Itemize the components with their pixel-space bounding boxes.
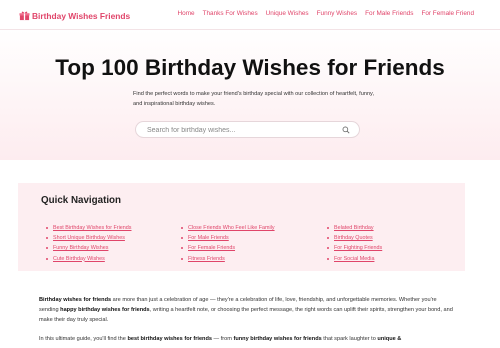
nav-thanks-for-wishes[interactable]: Thanks For Wishes: [203, 10, 258, 17]
hero-section: Top 100 Birthday Wishes for Friends Find…: [0, 30, 500, 160]
article-body: Birthday wishes for friends are more tha…: [39, 295, 453, 348]
nav-home[interactable]: Home: [178, 10, 195, 17]
bold-phrase: funny birthday wishes for friends: [233, 336, 322, 342]
page-title: Top 100 Birthday Wishes for Friends: [55, 55, 445, 80]
list-item: For Female Friends: [181, 243, 275, 253]
bold-phrase: best birthday wishes for friends: [127, 336, 212, 342]
quick-nav-link[interactable]: For Male Friends: [188, 235, 229, 241]
list-item: Fitness Friends: [181, 254, 275, 264]
list-item: For Social Media: [327, 254, 382, 264]
paragraph-text: — from: [212, 336, 234, 342]
quick-nav-link[interactable]: Birthday Quotes: [334, 235, 373, 241]
quick-nav-link[interactable]: Funny Birthday Wishes: [53, 245, 108, 251]
quick-nav-link[interactable]: Close Friends Who Feel Like Family: [188, 225, 275, 231]
site-name: Birthday Wishes Friends: [32, 10, 131, 21]
list-item: Short Unique Birthday Wishes: [46, 233, 132, 243]
quick-nav-column-1: Best Birthday Wishes for Friends Short U…: [46, 223, 132, 264]
list-item: Belated Birthday: [327, 223, 382, 233]
quick-nav-link[interactable]: For Female Friends: [188, 245, 235, 251]
paragraph-text: that spark laughter to: [321, 336, 378, 342]
quick-nav-link[interactable]: For Fighting Friends: [334, 245, 382, 251]
list-item: For Fighting Friends: [327, 243, 382, 253]
quick-navigation-title: Quick Navigation: [41, 195, 122, 206]
guide-paragraph: In this ultimate guide, you'll find the …: [39, 334, 453, 344]
quick-nav-link[interactable]: For Social Media: [334, 256, 374, 262]
quick-nav-link[interactable]: Belated Birthday: [334, 225, 374, 231]
site-logo[interactable]: Birthday Wishes Friends: [19, 9, 130, 22]
quick-nav-column-2: Close Friends Who Feel Like Family For M…: [181, 223, 275, 264]
list-item: Funny Birthday Wishes: [46, 243, 132, 253]
nav-funny-wishes[interactable]: Funny Wishes: [317, 10, 358, 17]
paragraph-text: In this ultimate guide, you'll find the: [39, 336, 128, 342]
bold-phrase: happy birthday wishes for friends: [60, 307, 150, 313]
list-item: Close Friends Who Feel Like Family: [181, 223, 275, 233]
quick-navigation: Quick Navigation Best Birthday Wishes fo…: [18, 183, 465, 271]
search-icon[interactable]: [342, 126, 350, 134]
quick-nav-link[interactable]: Fitness Friends: [188, 256, 225, 262]
nav-for-male-friends[interactable]: For Male Friends: [365, 10, 413, 17]
hero-subtitle: Find the perfect words to make your frie…: [133, 91, 374, 107]
gift-icon: [19, 11, 30, 21]
bold-phrase: unique &: [377, 336, 402, 342]
quick-nav-column-3: Belated Birthday Birthday Quotes For Fig…: [327, 223, 382, 264]
search-box: [135, 121, 360, 138]
nav-unique-wishes[interactable]: Unique Wishes: [266, 10, 309, 17]
list-item: Birthday Quotes: [327, 233, 382, 243]
list-item: Best Birthday Wishes for Friends: [46, 223, 132, 233]
quick-nav-link[interactable]: Best Birthday Wishes for Friends: [53, 225, 132, 231]
nav-for-female-friend[interactable]: For Female Friend: [421, 10, 474, 17]
search-input[interactable]: [147, 125, 337, 135]
site-header: Birthday Wishes Friends Home Thanks For …: [0, 0, 500, 30]
main-nav: Home Thanks For Wishes Unique Wishes Fun…: [178, 10, 474, 17]
bold-phrase: Birthday wishes for friends: [39, 297, 112, 303]
quick-nav-link[interactable]: Cute Birthday Wishes: [53, 256, 105, 262]
list-item: For Male Friends: [181, 233, 275, 243]
list-item: Cute Birthday Wishes: [46, 254, 132, 264]
quick-nav-link[interactable]: Short Unique Birthday Wishes: [53, 235, 125, 241]
intro-paragraph: Birthday wishes for friends are more tha…: [39, 295, 453, 325]
